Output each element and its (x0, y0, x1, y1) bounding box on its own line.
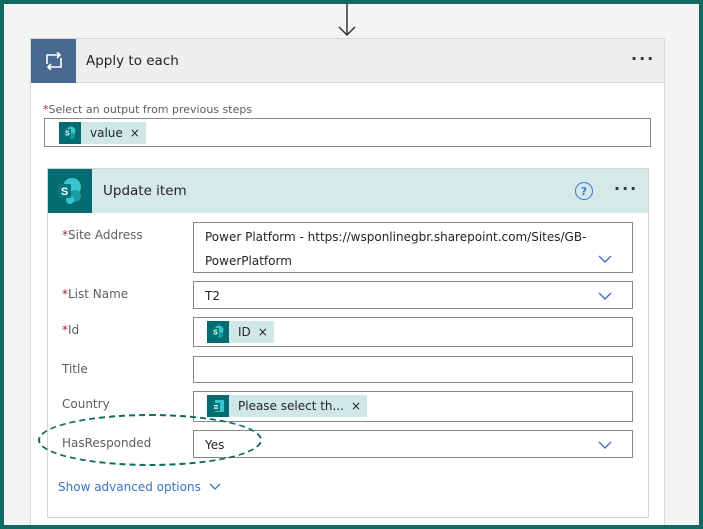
loop-icon (31, 39, 76, 83)
highlight-annotation (38, 414, 262, 466)
title-label: Title (62, 362, 88, 376)
chevron-down-icon[interactable] (598, 441, 612, 450)
value-token[interactable]: S value × (59, 122, 146, 144)
update-item-header[interactable]: S Update item ? ··· (48, 169, 648, 213)
value-token-label: value (90, 126, 123, 140)
country-label: Country (62, 397, 110, 411)
site-address-value-line1: Power Platform - https://wsponlinegbr.sh… (205, 230, 587, 244)
id-input[interactable]: S ID × (193, 317, 633, 347)
show-advanced-options-label: Show advanced options (58, 480, 201, 494)
help-icon[interactable]: ? (575, 182, 593, 200)
site-address-dropdown[interactable]: Power Platform - https://wsponlinegbr.sh… (193, 222, 633, 273)
form-icon (207, 395, 229, 417)
remove-token-icon[interactable]: × (351, 399, 361, 413)
svg-text:S: S (213, 330, 218, 337)
sharepoint-icon: S (59, 122, 81, 144)
site-address-value-line2: PowerPlatform (205, 254, 292, 268)
select-output-label-text: Select an output from previous steps (48, 103, 253, 116)
id-token-label: ID (238, 325, 251, 339)
show-advanced-options-link[interactable]: Show advanced options (58, 480, 221, 494)
flow-arrow-down-icon (338, 4, 356, 37)
svg-text:S: S (61, 186, 68, 198)
sharepoint-icon: S (48, 169, 92, 213)
update-item-title: Update item (103, 183, 187, 199)
svg-text:S: S (65, 131, 70, 138)
country-input[interactable]: Please select th... × (193, 391, 633, 422)
more-options-icon[interactable]: ··· (614, 179, 638, 198)
title-input[interactable] (193, 356, 633, 383)
select-output-label: *Select an output from previous steps (43, 103, 252, 116)
id-label-text: Id (68, 323, 80, 337)
select-output-input[interactable]: S value × (44, 118, 651, 147)
chevron-down-icon (209, 483, 221, 490)
country-token[interactable]: Please select th... × (207, 395, 368, 417)
apply-to-each-header[interactable]: Apply to each ··· (31, 39, 664, 83)
site-address-label: *Site Address (62, 228, 143, 242)
list-name-label-text: List Name (68, 287, 129, 301)
country-token-label: Please select th... (238, 399, 344, 413)
id-label: *Id (62, 323, 79, 337)
list-name-dropdown[interactable]: T2 (193, 281, 633, 309)
list-name-value: T2 (205, 289, 220, 303)
list-name-label: *List Name (62, 287, 128, 301)
chevron-down-icon[interactable] (598, 292, 612, 301)
sharepoint-icon: S (207, 321, 229, 343)
remove-token-icon[interactable]: × (130, 126, 140, 140)
chevron-down-icon[interactable] (598, 255, 612, 264)
id-token[interactable]: S ID × (207, 321, 274, 343)
remove-token-icon[interactable]: × (258, 325, 268, 339)
site-address-label-text: Site Address (68, 228, 143, 242)
more-options-icon[interactable]: ··· (631, 49, 655, 68)
apply-to-each-title: Apply to each (86, 53, 179, 69)
